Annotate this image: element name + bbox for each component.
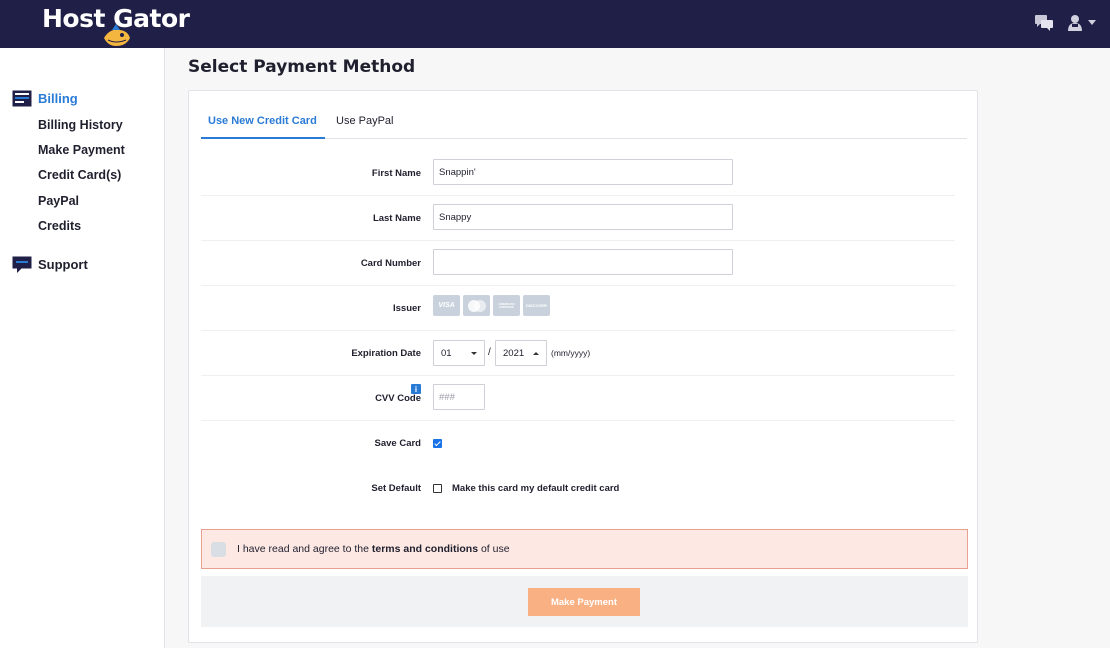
set-default-text: Make this card my default credit card [452, 483, 620, 494]
last-name-label: Last Name [372, 213, 421, 224]
save-card-label: Save Card [374, 438, 421, 449]
issuer-label: Issuer [393, 303, 421, 314]
sidebar-item-label: Billing [38, 91, 78, 106]
expiration-label: Expiration Date [351, 348, 421, 359]
terms-link[interactable]: terms and conditions [372, 543, 478, 555]
first-name-label: First Name [371, 168, 421, 179]
terms-checkbox[interactable] [211, 542, 226, 557]
discover-logo-icon: DISCOVER [523, 295, 550, 316]
expiration-format-hint: (mm/yyyy) [551, 348, 591, 358]
page-title: Select Payment Method [188, 57, 416, 77]
amex-logo-icon: AMERICAN EXPRESS [493, 295, 520, 316]
sidebar-item-credit-cards[interactable]: Credit Card(s) [38, 168, 121, 182]
save-card-checkbox[interactable] [433, 439, 442, 448]
expiration-year-select[interactable]: 2021 [495, 340, 547, 366]
terms-prefix: I have read and agree to the [237, 543, 372, 555]
account-menu[interactable] [1067, 14, 1096, 31]
set-default-label: Set Default [371, 483, 421, 494]
payment-tabs: Use New Credit Card Use PayPal [201, 109, 967, 139]
sidebar-item-label: Support [38, 257, 88, 272]
terms-agreement-box: I have read and agree to the terms and c… [201, 529, 968, 569]
first-name-field[interactable]: Snappin' [433, 159, 733, 185]
expiration-separator: / [488, 347, 491, 358]
expiration-year-value: 2021 [503, 348, 525, 359]
set-default-row: Set Default Make this card my default cr… [201, 466, 955, 511]
sidebar-item-paypal[interactable]: PayPal [38, 194, 79, 208]
payment-method-card: Use New Credit Card Use PayPal First Nam… [188, 90, 978, 643]
expiration-month-select[interactable]: 01 [433, 340, 485, 366]
terms-text: I have read and agree to the terms and c… [237, 543, 510, 555]
card-number-row: Card Number [201, 241, 955, 286]
cvv-field[interactable]: ### [433, 384, 485, 410]
expiration-row: Expiration Date 01 / 2021 (mm/yyyy) [201, 331, 955, 376]
save-card-row: Save Card [201, 421, 955, 466]
sidebar-item-billing-history[interactable]: Billing History [38, 118, 123, 132]
info-icon[interactable]: i [411, 384, 421, 394]
billing-icon [12, 90, 32, 107]
make-payment-button[interactable]: Make Payment [528, 588, 640, 616]
visa-logo-icon: VISA [433, 295, 460, 316]
sidebar: Billing Billing History Make Payment Cre… [0, 48, 165, 648]
chevron-down-icon [471, 352, 477, 355]
gator-mascot-icon [104, 24, 130, 46]
form-footer: Make Payment [201, 576, 968, 627]
active-tab-indicator [201, 137, 325, 139]
issuer-row: Issuer VISA AMERICAN EXPRESS DISCOVER [201, 286, 955, 331]
first-name-row: First Name Snappin' [201, 151, 955, 196]
last-name-field[interactable]: Snappy [433, 204, 733, 230]
support-icon [12, 256, 32, 273]
top-navbar: Host Gator [0, 0, 1110, 48]
cvv-row: CVV Code i ### [201, 376, 955, 421]
chevron-down-icon [1088, 20, 1096, 25]
user-icon [1068, 15, 1082, 31]
last-name-row: Last Name Snappy [201, 196, 955, 241]
tab-new-credit-card[interactable]: Use New Credit Card [208, 115, 317, 127]
sidebar-item-make-payment[interactable]: Make Payment [38, 143, 125, 157]
mastercard-logo-icon [463, 295, 490, 316]
expiration-month-value: 01 [441, 348, 452, 359]
chevron-up-icon [533, 352, 539, 355]
sidebar-item-support[interactable]: Support [12, 256, 88, 273]
terms-suffix: of use [478, 543, 510, 555]
card-number-label: Card Number [360, 258, 421, 269]
chat-icon[interactable] [1035, 14, 1053, 31]
issuer-logos: VISA AMERICAN EXPRESS DISCOVER [433, 295, 553, 317]
sidebar-item-credits[interactable]: Credits [38, 219, 81, 233]
card-number-field[interactable] [433, 249, 733, 275]
tab-paypal[interactable]: Use PayPal [336, 115, 393, 127]
set-default-checkbox[interactable] [433, 484, 442, 493]
sidebar-item-billing[interactable]: Billing [12, 90, 78, 107]
cvv-label: CVV Code [375, 393, 421, 404]
